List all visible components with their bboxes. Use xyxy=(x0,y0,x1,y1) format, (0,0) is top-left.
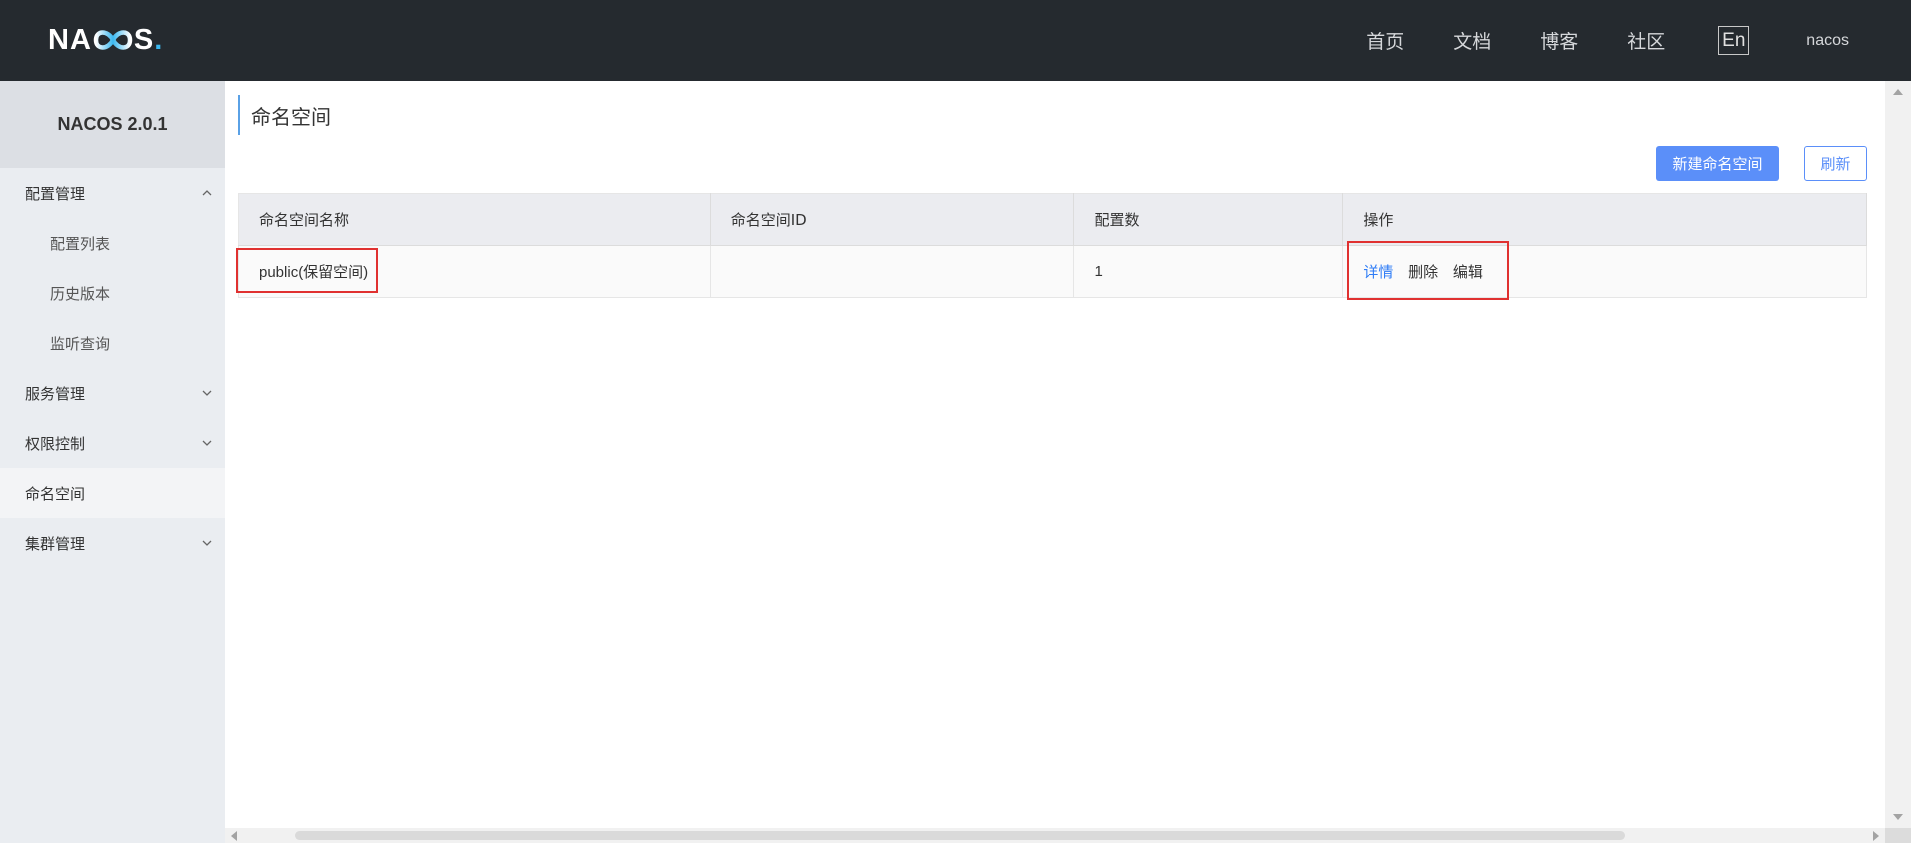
top-header: NA S . 首页 文档 博客 社区 En nacos xyxy=(0,0,1911,81)
namespace-id-cell xyxy=(710,245,1075,298)
horizontal-scroll-thumb[interactable] xyxy=(295,831,1625,840)
scroll-left-icon[interactable] xyxy=(231,831,237,841)
sidebar-item-listener-query[interactable]: 监听查询 xyxy=(0,318,225,368)
nav-docs-link[interactable]: 文档 xyxy=(1453,27,1491,54)
refresh-button[interactable]: 刷新 xyxy=(1804,146,1867,181)
chevron-up-icon xyxy=(202,190,212,196)
table-row: public(保留空间) 1 详情 删除 编辑 xyxy=(238,245,1867,298)
chevron-down-icon xyxy=(202,390,212,396)
sidebar-item-label: 配置列表 xyxy=(50,234,111,253)
edit-link[interactable]: 编辑 xyxy=(1453,263,1483,281)
sidebar-item-access-control[interactable]: 权限控制 xyxy=(0,418,225,468)
nav-community-link[interactable]: 社区 xyxy=(1627,27,1665,54)
main-content: 命名空间 新建命名空间 刷新 命名空间名称 命名空间ID 配置数 操作 publ… xyxy=(225,81,1885,828)
sidebar-item-label: 服务管理 xyxy=(25,384,86,403)
column-header-actions: 操作 xyxy=(1342,193,1867,246)
sidebar-item-label: 权限控制 xyxy=(25,434,86,453)
vertical-scrollbar[interactable] xyxy=(1885,81,1911,828)
nav-home-link[interactable]: 首页 xyxy=(1366,27,1404,54)
product-version-title: NACOS 2.0.1 xyxy=(0,81,225,168)
table-header-row: 命名空间名称 命名空间ID 配置数 操作 xyxy=(238,193,1867,246)
chevron-down-icon xyxy=(202,540,212,546)
details-link[interactable]: 详情 xyxy=(1363,263,1393,281)
scrollbar-corner xyxy=(1885,828,1911,843)
column-header-namespace-name: 命名空间名称 xyxy=(238,193,711,246)
actions-cell: 详情 删除 编辑 xyxy=(1342,245,1867,298)
sidebar-item-config-management[interactable]: 配置管理 xyxy=(0,168,225,218)
config-count-cell: 1 xyxy=(1073,245,1344,298)
logo-text-start: NA xyxy=(48,23,92,56)
sidebar-item-label: 配置管理 xyxy=(25,184,86,203)
sidebar-item-service-management[interactable]: 服务管理 xyxy=(0,368,225,418)
user-menu[interactable]: nacos xyxy=(1806,32,1849,50)
sidebar: NACOS 2.0.1 配置管理 配置列表 历史版本 监听查询 服务管理 权限控… xyxy=(0,81,225,843)
scroll-up-icon[interactable] xyxy=(1893,89,1903,95)
delete-link[interactable]: 删除 xyxy=(1408,263,1438,281)
sidebar-item-cluster-management[interactable]: 集群管理 xyxy=(0,518,225,568)
namespace-table: 命名空间名称 命名空间ID 配置数 操作 public(保留空间) 1 详情 删… xyxy=(238,193,1867,298)
sidebar-item-label: 集群管理 xyxy=(25,534,86,553)
nav-blog-link[interactable]: 博客 xyxy=(1540,27,1578,54)
namespace-name-cell: public(保留空间) xyxy=(238,245,711,298)
scroll-right-icon[interactable] xyxy=(1873,831,1879,841)
horizontal-scrollbar[interactable] xyxy=(225,828,1885,843)
chevron-down-icon xyxy=(202,440,212,446)
logo-dot: . xyxy=(154,23,164,56)
sidebar-item-config-list[interactable]: 配置列表 xyxy=(0,218,225,268)
nacos-logo[interactable]: NA S . xyxy=(48,22,163,58)
language-switch-button[interactable]: En xyxy=(1718,26,1750,55)
sidebar-item-history-versions[interactable]: 历史版本 xyxy=(0,268,225,318)
sidebar-item-label: 历史版本 xyxy=(50,284,111,303)
sidebar-menu: 配置管理 配置列表 历史版本 监听查询 服务管理 权限控制 命名空间 集群管理 xyxy=(0,168,225,568)
logo-infinity-icon xyxy=(93,30,133,50)
column-header-config-count: 配置数 xyxy=(1073,193,1344,246)
create-namespace-button[interactable]: 新建命名空间 xyxy=(1656,146,1779,181)
column-header-namespace-id: 命名空间ID xyxy=(710,193,1075,246)
sidebar-item-namespace[interactable]: 命名空间 xyxy=(0,468,225,518)
sidebar-item-label: 命名空间 xyxy=(25,484,86,503)
scroll-down-icon[interactable] xyxy=(1893,814,1903,820)
sidebar-item-label: 监听查询 xyxy=(50,334,111,353)
top-navigation: 首页 文档 博客 社区 En nacos xyxy=(1366,0,1911,81)
logo-text-end: S xyxy=(133,23,155,56)
page-title: 命名空间 xyxy=(238,95,331,135)
